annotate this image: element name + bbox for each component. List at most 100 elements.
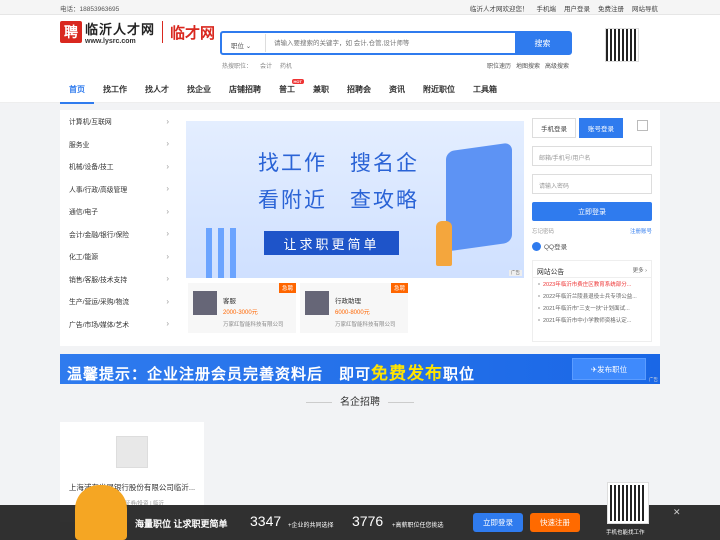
banner-line2: 看附近 查攻略: [258, 189, 419, 212]
banner-slogan: 让求职更简单: [264, 231, 399, 255]
category-item[interactable]: 通信/电子 ›: [60, 200, 178, 223]
job-title: 行政助理: [335, 298, 361, 305]
contact-phone: 电话：18853963695: [60, 6, 120, 13]
logo-mark: 聘: [60, 21, 82, 43]
qr-caption: 手机也能找工作: [606, 530, 645, 536]
hot-label: 热搜职位：: [222, 64, 253, 70]
category-item[interactable]: 计算机/互联网 ›: [60, 110, 178, 133]
register-link[interactable]: 注册账号: [630, 227, 652, 235]
hero-banner[interactable]: 找工作 搜名企 看附近 查攻略 让求职更简单 广告: [186, 121, 524, 278]
advanced-search-link[interactable]: 高级搜索: [545, 61, 569, 70]
notice-item[interactable]: 2021年临沂市中小学教师资格认定...: [533, 314, 651, 326]
qr-login-icon[interactable]: [637, 120, 648, 131]
category-item[interactable]: 机械/设备/技工 ›: [60, 155, 178, 178]
person-illustration: [436, 221, 452, 266]
notice-more-link[interactable]: 更多 ›: [633, 266, 647, 274]
main-panel: 计算机/互联网 › 服务业 › 机械/设备/技工 › 人事/行政/高级管理 › 通信/电…: [60, 110, 660, 346]
job-title: 客服: [223, 298, 236, 305]
category-item[interactable]: 服务业 ›: [60, 133, 178, 156]
login-button[interactable]: 立即登录: [532, 202, 652, 221]
tab-account-login[interactable]: 账号登录: [579, 118, 623, 138]
close-icon[interactable]: ✕: [673, 507, 681, 518]
ad-label: 广告: [509, 270, 522, 276]
chevron-right-icon: ›: [166, 206, 169, 216]
welcome-text: 临沂人才网欢迎您！: [470, 6, 529, 13]
job-count: 3776: [352, 513, 384, 529]
bar-decoration: [206, 228, 246, 278]
promo-text: 温馨提示：企业注册会员完善资料后 即可免费发布职位: [67, 364, 476, 383]
password-field[interactable]: 请输入密码: [532, 174, 652, 194]
notice-item[interactable]: 2021年临沂市"三支一扶"计划面试...: [533, 302, 651, 314]
bottom-login-button[interactable]: 立即登录: [473, 513, 523, 532]
hot-item[interactable]: 药机: [280, 61, 292, 70]
hot-badge: HOT: [291, 79, 304, 84]
company-count-desc: +企业的共同选择: [288, 523, 334, 529]
username-field[interactable]: 邮箱/手机号/用户名: [532, 146, 652, 166]
urgent-tag: 急聘: [390, 283, 408, 293]
search-button[interactable]: 搜索: [515, 33, 570, 53]
category-item[interactable]: 人事/行政/高级管理 ›: [60, 178, 178, 201]
promo-banner[interactable]: 温馨提示：企业注册会员完善资料后 即可免费发布职位 ✈ 发布职位 广告: [60, 354, 660, 384]
company-logo: [116, 436, 148, 468]
tab-phone-login[interactable]: 手机登录: [532, 118, 576, 138]
chevron-right-icon: ›: [166, 161, 169, 171]
post-job-button[interactable]: ✈ 发布职位: [572, 358, 646, 380]
chevron-right-icon: ›: [166, 184, 169, 194]
search-type-select[interactable]: 职位 ⌄: [222, 34, 266, 52]
chevron-right-icon: ›: [166, 229, 169, 239]
resume-link[interactable]: 职位速历: [487, 61, 511, 70]
map-search-link[interactable]: 地图搜索: [516, 61, 540, 70]
search-bar: 职位 ⌄ 搜索: [220, 31, 572, 55]
category-item[interactable]: 会计/金融/银行/保险 ›: [60, 223, 178, 246]
site-nav-link[interactable]: 网站导航: [632, 3, 658, 13]
bottom-slogan: 海量职位 让求职更简单: [135, 519, 228, 529]
nav-find-company[interactable]: 找企业: [178, 84, 220, 104]
chevron-right-icon: ›: [166, 251, 169, 261]
chevron-right-icon: ›: [166, 139, 169, 149]
nav-general-worker[interactable]: 普工 HOT: [270, 79, 304, 104]
mobile-link[interactable]: 手机端: [537, 3, 557, 13]
ad-label: 广告: [649, 377, 658, 382]
notice-item[interactable]: 2023年临沂市费庄区教育系统部分...: [533, 278, 651, 290]
category-item[interactable]: 化工/能源 ›: [60, 245, 178, 268]
chevron-right-icon: ›: [166, 274, 169, 284]
forgot-password-link[interactable]: 忘记密码: [532, 227, 554, 235]
job-card[interactable]: 客服 2000-3000元 万家红智能科技有限公司 急聘: [188, 283, 296, 333]
chevron-right-icon: ›: [166, 319, 169, 329]
job-card[interactable]: 行政助理 6000-8000元 万家红智能科技有限公司 急聘: [300, 283, 408, 333]
nav-part-time[interactable]: 兼职: [304, 84, 338, 104]
urgent-tag: 急聘: [278, 283, 296, 293]
hot-item[interactable]: 会计: [260, 61, 272, 70]
category-item[interactable]: 生产/营运/采购/物流 ›: [60, 290, 178, 313]
qq-login[interactable]: QQ登录: [532, 241, 652, 251]
job-company: 万家红智能科技有限公司: [223, 322, 284, 328]
category-item[interactable]: 广告/市场/媒体/艺术 ›: [60, 313, 178, 336]
free-register-link[interactable]: 免费注册: [598, 3, 624, 13]
category-list: 计算机/互联网 › 服务业 › 机械/设备/技工 › 人事/行政/高级管理 › 通信/电…: [60, 110, 178, 335]
main-nav: 首页 找工作 找人才 找企业 店铺招聘 普工 HOT 兼职 招聘会 资讯 附近职位…: [0, 77, 720, 104]
notice-title: 网站公告: [537, 269, 565, 276]
nav-news[interactable]: 资讯: [380, 84, 414, 104]
logo-name: 临沂人才网: [85, 22, 156, 37]
login-box: 手机登录 账号登录 邮箱/手机号/用户名 请输入密码 立即登录 忘记密码 注册账…: [532, 118, 652, 258]
section-title: 名企招聘: [0, 393, 720, 408]
nav-home[interactable]: 首页: [60, 84, 94, 104]
nav-job-fair[interactable]: 招聘会: [338, 84, 380, 104]
search-input[interactable]: [266, 33, 515, 53]
site-logo[interactable]: 聘 临沂人才网 www.lysrc.com 临才网: [60, 19, 215, 45]
job-company: 万家红智能科技有限公司: [335, 322, 396, 328]
nav-find-job[interactable]: 找工作: [94, 84, 136, 104]
nav-nearby-jobs[interactable]: 附近职位: [414, 84, 464, 104]
nav-find-talent[interactable]: 找人才: [136, 84, 178, 104]
logo-url: www.lysrc.com: [85, 38, 136, 45]
user-login-link[interactable]: 用户登录: [564, 3, 590, 13]
category-item[interactable]: 销售/客服/技术支持 ›: [60, 268, 178, 291]
job-salary: 2000-3000元: [223, 310, 258, 316]
job-count-desc: +高薪职位任您挑选: [392, 523, 444, 529]
nav-toolbox[interactable]: 工具箱: [464, 84, 506, 104]
company-photo: [193, 291, 217, 315]
bottom-register-button[interactable]: 快速注册: [530, 513, 580, 532]
nav-store-recruit[interactable]: 店铺招聘: [220, 84, 270, 104]
notice-item[interactable]: 2022年临沂兰陵县退役士兵专项公益...: [533, 290, 651, 302]
banner-line1: 找工作 搜名企: [258, 152, 419, 175]
